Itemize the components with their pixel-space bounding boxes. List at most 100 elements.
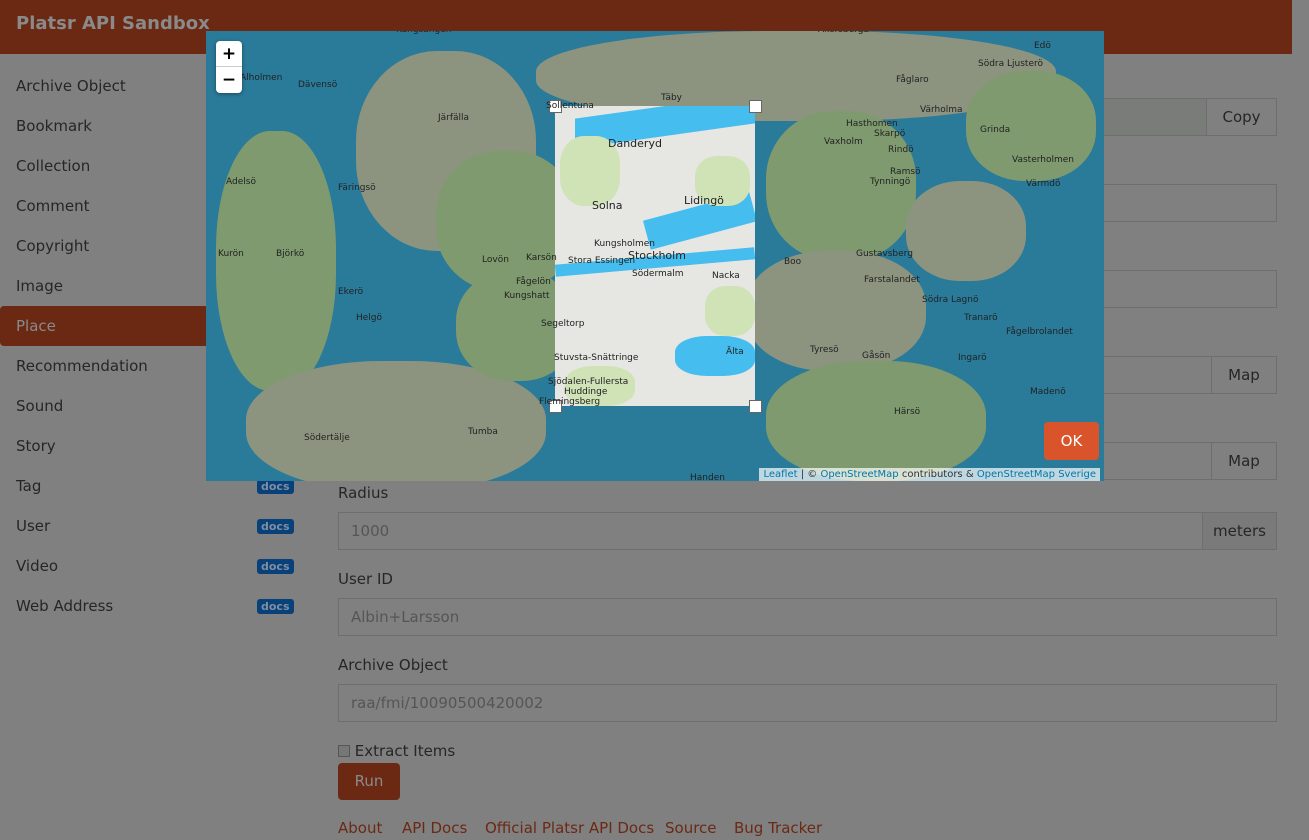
leaflet-link[interactable]: Leaflet (763, 469, 797, 480)
docs-badge[interactable]: docs (257, 559, 294, 574)
user-id-input[interactable]: Albin+Larsson (338, 598, 1277, 636)
sidebar-item-label: Collection (16, 157, 91, 175)
ok-button[interactable]: OK (1044, 422, 1099, 460)
attribution-text: contributors & (898, 469, 977, 480)
map-place-label: Stora Essingen (568, 256, 636, 266)
user-id-label: User ID (338, 570, 393, 588)
osm-link[interactable]: OpenStreetMap (820, 469, 898, 480)
map-place-label: Sollentuna (546, 101, 594, 111)
archive-object-label: Archive Object (338, 656, 448, 674)
sidebar-item-label: Recommendation (16, 357, 148, 375)
map-place-label: Järfälla (438, 113, 470, 123)
zoom-control: + − (216, 41, 242, 93)
map-place-label: Rindö (888, 145, 914, 155)
zoom-out-button[interactable]: − (216, 67, 242, 93)
map-button-1[interactable]: Map (1211, 356, 1277, 394)
sidebar-item-label: Archive Object (16, 77, 126, 95)
map-place-label: Älta (726, 347, 744, 357)
sidebar-item-label: User (16, 517, 51, 535)
map-attribution: Leaflet | © OpenStreetMap contributors &… (759, 468, 1100, 481)
attribution-sep: | © (797, 469, 821, 480)
map-place-label: Sjödalen-Fullersta (548, 377, 629, 387)
footer-link-official-docs[interactable]: Official Platsr API Docs (485, 819, 654, 837)
map-place-label: Kungshatt (504, 291, 550, 301)
extract-items-checkbox[interactable] (338, 745, 350, 757)
map-place-label: Härsö (894, 407, 921, 417)
map-place-label: Fåglaro (896, 75, 929, 85)
map-place-label: Södermalm (632, 269, 684, 279)
map-place-label: Huddinge (564, 387, 608, 397)
map-place-label: Tumba (468, 427, 498, 437)
map-place-label: Edö (1034, 41, 1051, 51)
radius-label: Radius (338, 484, 389, 502)
radius-input[interactable]: 1000 (338, 512, 1203, 550)
map-place-label: Kurön (218, 249, 244, 259)
sidebar-item-user[interactable]: User docs (0, 506, 300, 546)
map-place-label: Nacka (712, 271, 740, 281)
map-place-label: Grinda (980, 125, 1011, 135)
map-place-label: Ekerö (338, 287, 364, 297)
docs-badge[interactable]: docs (257, 479, 294, 494)
map-place-label: Flemingsberg (539, 397, 601, 407)
map-button-2[interactable]: Map (1211, 442, 1277, 480)
map-place-label: Adelsö (226, 177, 256, 187)
map-place-label: Ingarö (958, 353, 987, 363)
zoom-in-button[interactable]: + (216, 41, 242, 67)
docs-badge[interactable]: docs (257, 519, 294, 534)
map-place-label: Alholmen (240, 73, 283, 83)
map-place-label: Gustavsberg (856, 249, 913, 259)
map-place-label: Södra Lagnö (922, 295, 979, 305)
map-place-label: Solna (592, 199, 623, 212)
map-place-label: Stockholm (628, 249, 686, 262)
map-place-label: Täby (661, 93, 683, 103)
sidebar-item-web-address[interactable]: Web Address docs (0, 586, 300, 626)
map-place-label: Björkö (276, 249, 305, 259)
map-place-label: Skarpö (874, 129, 906, 139)
selection-handle-ne[interactable] (749, 100, 762, 113)
footer-link-about[interactable]: About (338, 819, 382, 837)
map-place-label: Gåsön (862, 351, 891, 361)
map-place-label: Kungsängen (396, 31, 451, 35)
sidebar-item-label: Image (16, 277, 63, 295)
map-modal[interactable]: Kungsängen Åkersberga Alholmen Dävensö Järfä… (206, 31, 1104, 481)
archive-object-input[interactable]: raa/fmi/10090500420002 (338, 684, 1277, 722)
sidebar-item-label: Place (16, 317, 56, 335)
footer-link-source[interactable]: Source (665, 819, 717, 837)
map-place-label: Farstalandet (864, 275, 920, 285)
sidebar-item-video[interactable]: Video docs (0, 546, 300, 586)
sidebar-item-label: Web Address (16, 597, 114, 615)
osm-sverige-link[interactable]: OpenStreetMap Sverige (977, 469, 1096, 480)
map-place-label: Madenö (1030, 387, 1066, 397)
map-place-label: Södra Ljusterö (978, 59, 1043, 69)
map-place-label: Segeltorp (541, 319, 585, 329)
map-place-label: Värholma (920, 105, 963, 115)
run-button[interactable]: Run (338, 763, 400, 800)
sidebar-item-label: Video (16, 557, 59, 575)
map-place-label: Stuvsta-Snättringe (554, 353, 639, 363)
map-place-label: Dävensö (298, 80, 338, 90)
sidebar-item-label: Bookmark (16, 117, 92, 135)
footer-link-bug-tracker[interactable]: Bug Tracker (734, 819, 822, 837)
map-place-label: Handen (690, 473, 725, 481)
radius-unit: meters (1202, 512, 1277, 550)
sidebar-item-label: Tag (16, 477, 42, 495)
map-place-label: Karsön (526, 253, 557, 263)
app-title[interactable]: Platsr API Sandbox (16, 13, 210, 34)
map-place-label: Södertälje (304, 433, 350, 443)
map-place-label: Tranarö (964, 313, 998, 323)
map-place-label: Vaxholm (824, 137, 863, 147)
map-place-label: Tyresö (810, 345, 839, 355)
map-place-label: Vasterholmen (1012, 155, 1074, 165)
footer-link-api-docs[interactable]: API Docs (402, 819, 467, 837)
extract-items-label: Extract Items (354, 742, 456, 760)
sidebar-item-label: Story (16, 437, 56, 455)
map-place-label: Lovön (482, 255, 509, 265)
map-place-label: Lidingö (684, 194, 724, 207)
selection-handle-se[interactable] (749, 400, 762, 413)
extract-items[interactable]: Extract Items (338, 742, 455, 760)
copy-button[interactable]: Copy (1206, 98, 1277, 136)
docs-badge[interactable]: docs (257, 599, 294, 614)
map-place-label: Tynningö (870, 177, 911, 187)
map-place-label: Värmdö (1026, 179, 1061, 189)
map-place-label: Kungsholmen (594, 239, 655, 249)
